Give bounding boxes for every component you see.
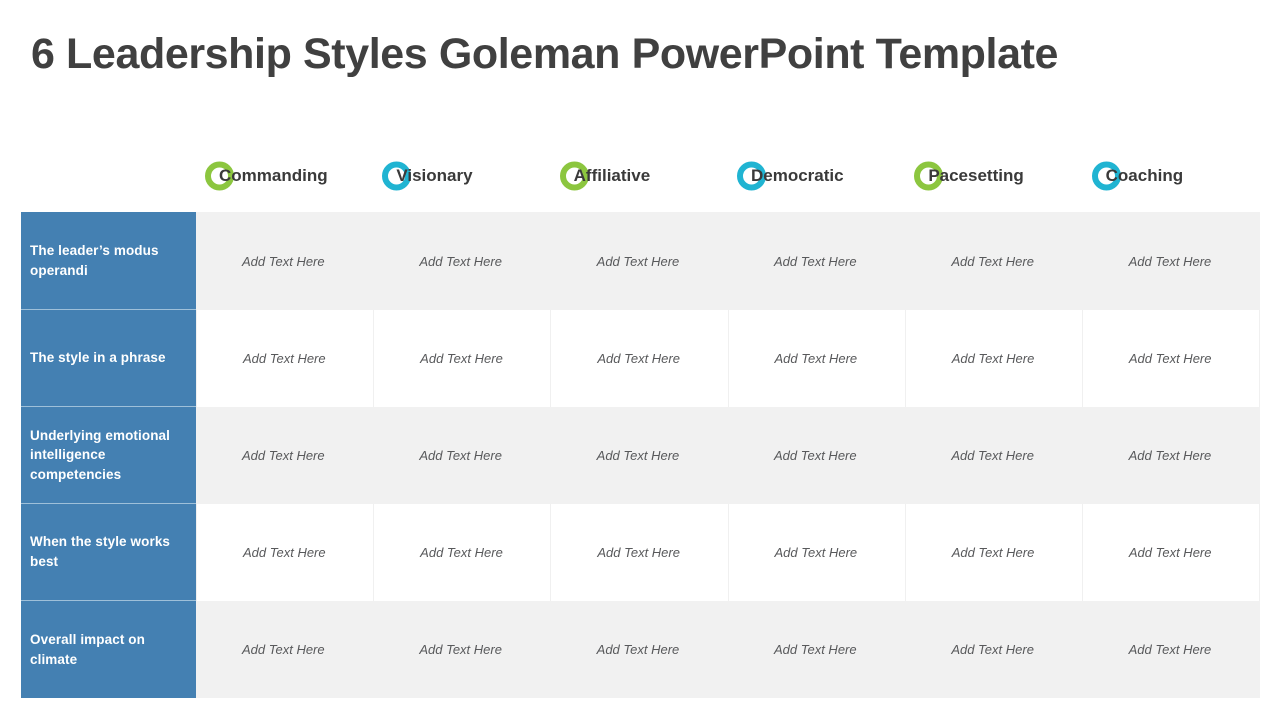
row-label: When the style works best: [21, 504, 196, 601]
row-cells: Add Text Here Add Text Here Add Text Her…: [196, 212, 1260, 310]
page-title: 6 Leadership Styles Goleman PowerPoint T…: [31, 30, 1059, 78]
matrix-cell[interactable]: Add Text Here: [1083, 601, 1260, 698]
row-label: Underlying emotional intelligence compet…: [21, 407, 196, 504]
matrix-header-row: Commanding Visionary Affiliative Democra…: [21, 140, 1260, 212]
matrix-cell[interactable]: Add Text Here: [196, 310, 375, 407]
matrix-cell[interactable]: Add Text Here: [551, 601, 728, 698]
matrix-cell[interactable]: Add Text Here: [551, 407, 728, 504]
column-header-coaching[interactable]: Coaching: [1083, 140, 1260, 212]
matrix-cell[interactable]: Add Text Here: [196, 407, 373, 504]
column-header-visionary[interactable]: Visionary: [373, 140, 550, 212]
matrix-cell[interactable]: Add Text Here: [374, 310, 552, 407]
matrix-cell[interactable]: Add Text Here: [551, 310, 729, 407]
matrix-cell[interactable]: Add Text Here: [373, 601, 550, 698]
matrix-cell[interactable]: Add Text Here: [374, 504, 552, 601]
row-label: The leader’s modus operandi: [21, 212, 196, 310]
column-header-pacesetting[interactable]: Pacesetting: [905, 140, 1082, 212]
row-label: Overall impact on climate: [21, 601, 196, 698]
row-cells: Add Text Here Add Text Here Add Text Her…: [196, 601, 1260, 698]
matrix-cell[interactable]: Add Text Here: [906, 504, 1083, 601]
matrix-cell[interactable]: Add Text Here: [906, 310, 1083, 407]
row-cells: Add Text Here Add Text Here Add Text Her…: [196, 407, 1260, 504]
matrix-cell[interactable]: Add Text Here: [196, 601, 373, 698]
matrix-cell[interactable]: Add Text Here: [905, 601, 1082, 698]
matrix-row: Overall impact on climate Add Text Here …: [21, 601, 1260, 698]
matrix-cell[interactable]: Add Text Here: [1083, 310, 1261, 407]
column-header-label: Commanding: [219, 166, 328, 185]
matrix-cell[interactable]: Add Text Here: [551, 504, 729, 601]
column-header-label: Visionary: [396, 166, 473, 185]
row-label: The style in a phrase: [21, 310, 196, 407]
matrix-cell[interactable]: Add Text Here: [728, 407, 905, 504]
leadership-styles-matrix: Commanding Visionary Affiliative Democra…: [21, 140, 1261, 698]
column-header-label: Pacesetting: [928, 166, 1024, 185]
row-cells: Add Text Here Add Text Here Add Text Her…: [196, 504, 1261, 601]
matrix-cell[interactable]: Add Text Here: [196, 504, 375, 601]
column-header-label: Coaching: [1105, 166, 1184, 185]
matrix-cell[interactable]: Add Text Here: [373, 212, 550, 310]
matrix-cell[interactable]: Add Text Here: [1083, 407, 1260, 504]
row-cells: Add Text Here Add Text Here Add Text Her…: [196, 310, 1261, 407]
matrix-cell[interactable]: Add Text Here: [729, 310, 906, 407]
matrix-row: The leader’s modus operandi Add Text Her…: [21, 212, 1260, 310]
column-header-democratic[interactable]: Democratic: [728, 140, 905, 212]
matrix-row: Underlying emotional intelligence compet…: [21, 407, 1260, 504]
column-header-label: Democratic: [750, 166, 844, 185]
matrix-cell[interactable]: Add Text Here: [551, 212, 728, 310]
matrix-row: When the style works best Add Text Here …: [21, 504, 1261, 601]
matrix-cell[interactable]: Add Text Here: [905, 212, 1082, 310]
matrix-cell[interactable]: Add Text Here: [1083, 212, 1260, 310]
matrix-cell[interactable]: Add Text Here: [728, 601, 905, 698]
matrix-cell[interactable]: Add Text Here: [196, 212, 373, 310]
column-header-commanding[interactable]: Commanding: [196, 140, 373, 212]
matrix-cell[interactable]: Add Text Here: [905, 407, 1082, 504]
matrix-cell[interactable]: Add Text Here: [1083, 504, 1261, 601]
matrix-row: The style in a phrase Add Text Here Add …: [21, 310, 1261, 407]
matrix-cell[interactable]: Add Text Here: [729, 504, 906, 601]
matrix-cell[interactable]: Add Text Here: [373, 407, 550, 504]
matrix-cell[interactable]: Add Text Here: [728, 212, 905, 310]
column-header-affiliative[interactable]: Affiliative: [551, 140, 728, 212]
column-header-label: Affiliative: [573, 166, 651, 185]
